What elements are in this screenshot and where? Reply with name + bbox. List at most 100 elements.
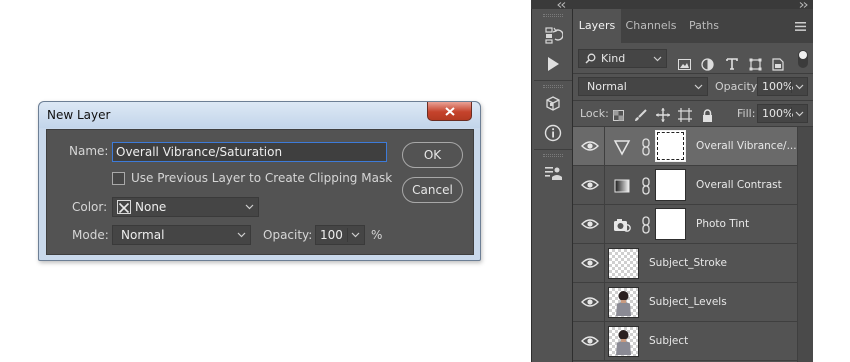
- filter-toggle[interactable]: [798, 50, 808, 68]
- history-icon[interactable]: [542, 24, 564, 46]
- layer-row[interactable]: Subject: [573, 322, 797, 361]
- layer-mask-thumbnail[interactable]: [655, 208, 686, 240]
- dialog-body: Name: Overall Vibrance/Saturation Use Pr…: [46, 129, 474, 255]
- divider: [604, 127, 605, 166]
- layer-mask-thumbnail[interactable]: [655, 130, 686, 162]
- close-icon: [444, 106, 455, 116]
- chevron-down-icon: [245, 204, 254, 210]
- lock-label: Lock:: [580, 107, 609, 120]
- tab-paths[interactable]: Paths: [681, 9, 727, 43]
- tab-channels[interactable]: Channels: [621, 9, 681, 43]
- properties-icon[interactable]: [542, 162, 564, 184]
- eye-icon[interactable]: [581, 333, 599, 349]
- ok-button[interactable]: OK: [402, 142, 463, 168]
- blend-mode-select[interactable]: Normal: [578, 77, 708, 96]
- layer-mask-thumbnail[interactable]: [655, 169, 686, 201]
- type-filter-icon[interactable]: [724, 56, 740, 72]
- divider: [604, 244, 605, 283]
- collapse-right-icon[interactable]: [798, 2, 808, 8]
- no-color-swatch-icon: [117, 200, 131, 214]
- chevron-down-icon[interactable]: [795, 111, 804, 117]
- layer-row[interactable]: Subject_Levels: [573, 283, 797, 322]
- opacity-label: Opacity:: [263, 228, 313, 242]
- tab-layers[interactable]: Layers: [573, 9, 621, 43]
- eye-icon[interactable]: [581, 138, 599, 154]
- layer-filter-kind-select[interactable]: Kind: [578, 49, 667, 68]
- name-input[interactable]: Overall Vibrance/Saturation: [112, 142, 387, 162]
- info-icon[interactable]: [542, 122, 564, 144]
- 3d-icon[interactable]: [542, 93, 564, 115]
- link-icon[interactable]: [641, 138, 651, 156]
- grip-handle[interactable]: [543, 85, 563, 88]
- divider: [604, 322, 605, 361]
- fill-input[interactable]: 100%: [757, 104, 808, 123]
- lock-all-icon[interactable]: [699, 107, 715, 123]
- layer-row[interactable]: Overall Contrast: [573, 166, 797, 205]
- lock-image-pixels-icon[interactable]: [632, 107, 648, 123]
- dialog-title: New Layer: [47, 108, 111, 122]
- opacity-input-value: 100: [320, 228, 343, 242]
- layer-name[interactable]: Overall Vibrance/...: [696, 140, 797, 152]
- mode-select-value: Normal: [121, 228, 165, 242]
- layer-name[interactable]: Photo Tint: [696, 218, 749, 230]
- eye-icon[interactable]: [581, 255, 599, 271]
- chevron-down-icon: [653, 56, 662, 62]
- eye-icon[interactable]: [581, 177, 599, 193]
- eye-icon[interactable]: [581, 294, 599, 310]
- collapse-left-icon[interactable]: [557, 2, 567, 8]
- divider: [534, 149, 572, 150]
- filter-kind-value: Kind: [601, 52, 626, 65]
- grip-handle[interactable]: [543, 154, 563, 157]
- gradient-map-icon: [614, 179, 630, 193]
- name-label: Name:: [69, 144, 109, 158]
- new-layer-dialog: New Layer Name: Overall Vibrance/Saturat…: [38, 101, 481, 261]
- mode-select[interactable]: Normal: [112, 225, 251, 245]
- adjustment-filter-icon[interactable]: [699, 56, 715, 72]
- divider: [604, 283, 605, 322]
- mode-label: Mode:: [72, 228, 109, 242]
- shape-filter-icon[interactable]: [747, 56, 763, 72]
- layer-thumbnail[interactable]: [608, 287, 639, 318]
- chevron-down-icon[interactable]: [795, 84, 804, 90]
- layer-name[interactable]: Subject: [649, 335, 688, 347]
- layer-thumbnail[interactable]: [608, 248, 639, 279]
- lock-transparent-pixels-icon[interactable]: [610, 107, 626, 123]
- panel-menu-icon[interactable]: [795, 22, 806, 31]
- eye-icon[interactable]: [581, 216, 599, 232]
- vibrance-icon: [613, 140, 631, 156]
- pixel-filter-icon[interactable]: [676, 56, 692, 72]
- layer-name[interactable]: Overall Contrast: [696, 179, 782, 191]
- layer-name[interactable]: Subject_Levels: [649, 296, 727, 308]
- dialog-titlebar[interactable]: New Layer: [39, 102, 480, 128]
- smart-object-filter-icon[interactable]: [770, 56, 786, 72]
- search-icon: [585, 53, 596, 64]
- layer-row[interactable]: Photo Tint: [573, 205, 797, 244]
- layer-row[interactable]: Overall Vibrance/...: [573, 127, 797, 166]
- panel-tabbar: Layers Channels Paths: [573, 9, 813, 43]
- layer-row[interactable]: Subject_Stroke: [573, 244, 797, 283]
- chevron-down-icon[interactable]: [351, 232, 360, 238]
- grip-handle[interactable]: [543, 14, 563, 17]
- panel-header: [573, 0, 813, 9]
- link-icon[interactable]: [641, 216, 651, 234]
- clipping-mask-label[interactable]: Use Previous Layer to Create Clipping Ma…: [131, 171, 392, 185]
- clipping-mask-checkbox[interactable]: [112, 172, 125, 185]
- close-button[interactable]: [427, 102, 472, 121]
- link-icon[interactable]: [641, 177, 651, 195]
- layer-opacity-value: 100%: [762, 80, 794, 93]
- color-select[interactable]: None: [112, 197, 259, 217]
- opacity-input[interactable]: 100: [315, 225, 365, 245]
- layers-panel: Layers Channels Paths Kind Normal Opacit…: [573, 9, 813, 362]
- layer-name[interactable]: Subject_Stroke: [649, 257, 727, 269]
- chevron-down-icon: [237, 232, 246, 238]
- play-actions-icon[interactable]: [542, 53, 564, 75]
- lock-position-icon[interactable]: [655, 107, 671, 123]
- layer-opacity-input[interactable]: 100%: [757, 77, 808, 96]
- artboard-nesting-icon[interactable]: [677, 107, 693, 123]
- cancel-button[interactable]: Cancel: [402, 177, 463, 203]
- blend-mode-value: Normal: [587, 80, 627, 93]
- layers-scrollbar[interactable]: [797, 127, 813, 362]
- layer-thumbnail[interactable]: [608, 326, 639, 357]
- fill-value: 100%: [762, 107, 794, 120]
- person-thumbnail-icon: [616, 291, 631, 316]
